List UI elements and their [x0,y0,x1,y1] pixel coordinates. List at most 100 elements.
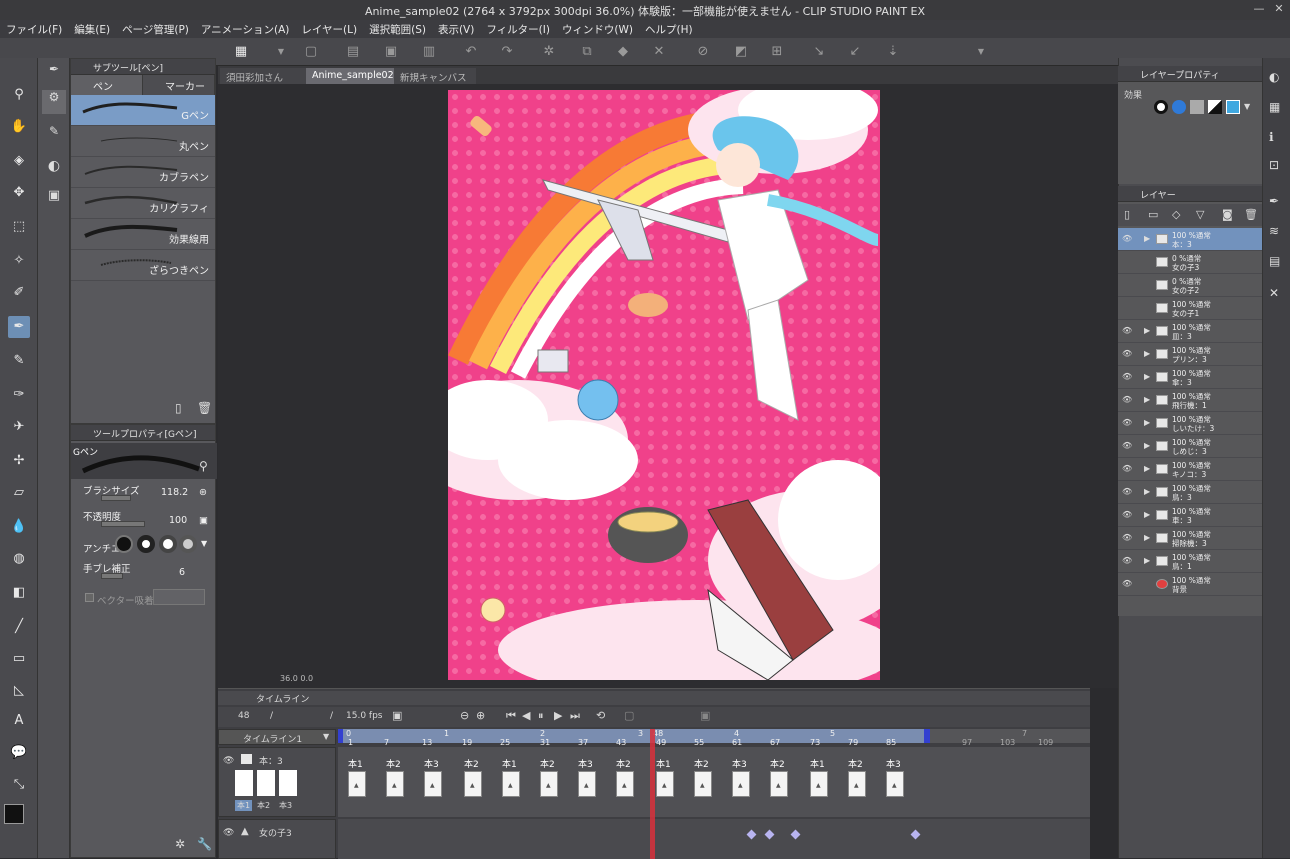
fps-setting-icon[interactable]: ▣ [392,709,402,722]
track-book[interactable]: 👁 本：3 本1 本2 本3 [218,747,336,817]
cel[interactable] [424,771,442,797]
minimize-button[interactable]: — [1252,2,1266,16]
close-panel-icon[interactable]: ✕ [1269,286,1279,300]
menu-help[interactable]: ヘルプ(H) [639,20,699,37]
effect-border-icon[interactable] [1154,100,1168,114]
layer-row[interactable]: 👁 ▶ 100 %通常 飛行機：1 [1118,389,1262,412]
export-icon[interactable]: ▥ [420,44,438,60]
layer-row[interactable]: 0 %通常 女の子2 [1118,274,1262,297]
menu-filter[interactable]: フィルター(I) [480,20,556,37]
ruler-icon[interactable]: ◺ [8,680,30,702]
tab-pen[interactable]: ペン [71,75,143,95]
new-folder-icon[interactable]: ◇ [1172,208,1180,221]
prev-frame-icon[interactable]: ◀ [522,709,530,722]
stabilization-value[interactable]: 6 [179,567,185,578]
layer-row[interactable]: 👁 ▶ 100 %通常 キノコ：3 [1118,458,1262,481]
eye-icon[interactable]: 👁 [1122,234,1132,243]
menu-view[interactable]: 表示(V) [432,20,480,37]
layer-row[interactable]: 👁 ▶ 100 %通常 しめじ：3 [1118,435,1262,458]
navigator-icon[interactable]: ⊡ [1269,158,1279,172]
special-ruler-icon[interactable]: ↙ [846,44,864,60]
loop-icon[interactable]: ⟲ [596,709,605,722]
color-circle-icon[interactable]: ◐ [42,158,66,182]
snap-icon[interactable]: ⊞ [768,44,786,60]
cel-track[interactable] [338,747,1090,817]
selection-area-icon[interactable]: ⬚ [8,216,30,238]
menu-page[interactable]: ページ管理(P) [116,20,195,37]
antialias-strong[interactable] [179,535,197,553]
timeline-selector[interactable]: タイムライン1 ▼ [218,729,336,745]
brush-effect-line[interactable]: 効果線用 [71,219,215,250]
layer-row[interactable]: 👁 ▶ 100 %通常 鳥：3 [1118,481,1262,504]
eye-icon[interactable]: 👁 [1122,326,1132,335]
fill-icon[interactable]: ◆ [614,44,632,60]
range-start-marker[interactable] [338,729,343,743]
material-icon[interactable]: ≋ [1269,224,1279,238]
decoration-icon[interactable]: ✢ [8,450,30,472]
playhead[interactable] [650,729,655,859]
antialias-weak[interactable] [137,535,155,553]
fps-readout[interactable]: 15.0 fps [346,711,382,721]
cel[interactable] [694,771,712,797]
selection-icon[interactable]: ◩ [732,44,750,60]
menu-animation[interactable]: アニメーション(A) [195,20,295,37]
canvas-artwork[interactable] [448,90,880,680]
layer-row[interactable]: 👁 ▶ 100 %通常 掃除機：3 [1118,527,1262,550]
next-frame-icon[interactable]: ▶ [554,709,562,722]
eye-icon[interactable]: 👁 [223,828,234,838]
figure-icon[interactable]: ╱ [8,616,30,638]
text-icon[interactable]: A [8,710,30,732]
trash-icon[interactable]: 🗑 [197,401,212,415]
folder-arrow-icon[interactable]: ▶ [1144,326,1150,335]
antialias-none[interactable] [115,535,133,553]
layer-search-icon[interactable]: ▤ [1269,254,1280,268]
eye-icon[interactable]: 👁 [1122,372,1132,381]
save-icon[interactable]: ▣ [382,44,400,60]
gear-icon[interactable]: ⚙ [42,90,66,114]
color-wheel-icon[interactable]: ◐ [1269,70,1279,84]
eye-icon[interactable]: 👁 [1122,556,1132,565]
cel[interactable] [810,771,828,797]
cel[interactable] [656,771,674,797]
brush-icon[interactable]: ✑ [8,384,30,406]
eye-icon[interactable]: 👁 [1122,464,1132,473]
undo-icon[interactable]: ↶ [462,44,480,60]
marker-group-icon[interactable]: ✎ [42,124,66,148]
eye-icon[interactable]: 👁 [1122,395,1132,404]
deselect-icon[interactable]: ✕ [650,44,668,60]
cel[interactable] [348,771,366,797]
layer-row[interactable]: 👁 ▶ 100 %通常 しいたけ：3 [1118,412,1262,435]
last-frame-icon[interactable]: ⏭ [570,709,580,723]
cel[interactable] [732,771,750,797]
main-color-swatch[interactable] [4,804,24,824]
pause-icon[interactable]: ⏸ [538,709,544,723]
layer-row[interactable]: 👁 ▶ 100 %通常 皿：3 [1118,320,1262,343]
cel[interactable] [464,771,482,797]
transform-icon[interactable]: ⧉ [578,44,596,60]
clear-icon[interactable]: ✲ [540,44,558,60]
doc-tab-1[interactable]: 須田彩加さん [220,68,306,84]
pressure-icon[interactable]: ⊛ [199,487,207,498]
cel[interactable] [848,771,866,797]
new-file-icon[interactable]: ▢ [302,44,320,60]
menu-window[interactable]: ウィンドウ(W) [556,20,639,37]
eye-icon[interactable]: 👁 [1122,441,1132,450]
layer-row[interactable]: 👁 ▶ 100 %通常 鳥：1 [1118,550,1262,573]
folder-arrow-icon[interactable]: ▶ [1144,349,1150,358]
new-vector-layer-icon[interactable]: ▭ [1148,208,1158,221]
onion-skin-icon[interactable]: ▣ [700,709,710,722]
folder-arrow-icon[interactable]: ▶ [1144,441,1150,450]
settings-icon[interactable]: ✲ [175,837,185,851]
fill-bucket-icon[interactable]: ◍ [8,548,30,570]
brush-strip-icon[interactable]: ✒ [1269,194,1279,208]
layer-row[interactable]: 0 %通常 女の子3 [1118,251,1262,274]
brush-kabura-pen[interactable]: カブラペン [71,157,215,188]
trash-icon[interactable]: 🗑 [1244,208,1258,221]
new-layer-icon[interactable]: ▯ [1124,208,1130,221]
doc-tab-2[interactable]: Anime_sample02 [306,68,394,84]
brush-size-slider[interactable] [101,495,131,501]
folder-arrow-icon[interactable]: ▶ [1144,395,1150,404]
zoom-out-icon[interactable]: ⊖ [460,709,469,722]
eye-icon[interactable]: 👁 [223,756,234,766]
folder-arrow-icon[interactable]: ▶ [1144,533,1150,542]
